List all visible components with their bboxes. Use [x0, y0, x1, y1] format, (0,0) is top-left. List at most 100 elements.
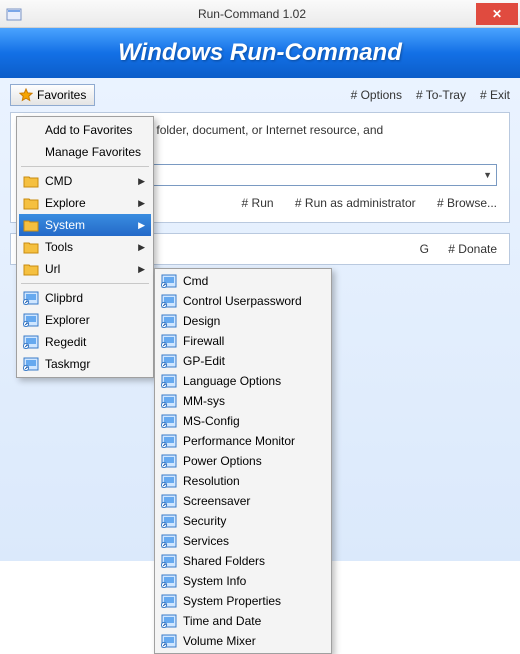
shortcut-icon	[161, 534, 177, 548]
submenu-label: Screensaver	[183, 494, 250, 508]
submenu-label: MM-sys	[183, 394, 225, 408]
menu-explore[interactable]: Explore ▶	[19, 192, 151, 214]
submenu-item[interactable]: Performance Monitor	[157, 431, 329, 451]
banner-title: Windows Run-Command	[118, 39, 402, 67]
submenu-item[interactable]: Firewall	[157, 331, 329, 351]
shortcut-icon	[161, 474, 177, 488]
chevron-right-icon: ▶	[138, 220, 145, 231]
submenu-item[interactable]: System Properties	[157, 591, 329, 611]
folder-icon	[23, 174, 39, 188]
shortcut-icon	[161, 614, 177, 628]
run-admin-link[interactable]: # Run as administrator	[295, 196, 416, 210]
folder-icon	[23, 218, 39, 232]
shortcut-icon	[161, 454, 177, 468]
menu-tools[interactable]: Tools▶	[19, 236, 151, 258]
shortcut-icon	[161, 574, 177, 588]
shortcut-icon	[161, 594, 177, 608]
menu-label: Tools	[45, 240, 73, 254]
folder-icon	[23, 262, 39, 276]
close-icon: ✕	[492, 7, 502, 21]
submenu-item[interactable]: Control Userpassword	[157, 291, 329, 311]
menu-label: Taskmgr	[45, 357, 90, 371]
menu-add-favorites[interactable]: Add to Favorites	[19, 119, 151, 141]
submenu-item[interactable]: Shared Folders	[157, 551, 329, 571]
run-link[interactable]: # Run	[242, 196, 274, 210]
options-link[interactable]: # Options	[351, 88, 402, 102]
chevron-right-icon: ▶	[138, 198, 145, 209]
submenu-item[interactable]: Language Options	[157, 371, 329, 391]
menu-url[interactable]: Url▶	[19, 258, 151, 280]
menu-label: Add to Favorites	[45, 123, 132, 137]
submenu-label: System Properties	[183, 594, 281, 608]
content-area: Favorites # Options # To-Tray # Exit ne …	[0, 78, 520, 561]
submenu-label: Power Options	[183, 454, 262, 468]
close-button[interactable]: ✕	[476, 3, 518, 25]
menu-separator	[21, 166, 149, 167]
titlebar: Run-Command 1.02 ✕	[0, 0, 520, 28]
submenu-label: Time and Date	[183, 614, 261, 628]
menu-manage-favorites[interactable]: Manage Favorites	[19, 141, 151, 163]
donate-link[interactable]: # Donate	[448, 242, 497, 256]
submenu-item[interactable]: Time and Date	[157, 611, 329, 631]
favorites-label: Favorites	[37, 88, 86, 102]
submenu-item[interactable]: Power Options	[157, 451, 329, 471]
window-title: Run-Command 1.02	[28, 7, 476, 21]
submenu-item[interactable]: GP-Edit	[157, 351, 329, 371]
lang-link-partial[interactable]: G	[420, 242, 429, 256]
submenu-item[interactable]: Volume Mixer	[157, 631, 329, 651]
menu-system[interactable]: System▶	[19, 214, 151, 236]
menu-separator	[21, 283, 149, 284]
shortcut-icon	[161, 554, 177, 568]
exit-link[interactable]: # Exit	[480, 88, 510, 102]
star-icon	[19, 88, 33, 102]
submenu-item[interactable]: System Info	[157, 571, 329, 591]
submenu-item[interactable]: MS-Config	[157, 411, 329, 431]
submenu-item[interactable]: Design	[157, 311, 329, 331]
toolbar: Favorites # Options # To-Tray # Exit	[10, 84, 510, 106]
menu-cmd[interactable]: CMD▶	[19, 170, 151, 192]
menu-taskmgr[interactable]: Taskmgr	[19, 353, 151, 375]
app-icon	[6, 6, 22, 22]
submenu-item[interactable]: Services	[157, 531, 329, 551]
shortcut-icon	[161, 274, 177, 288]
submenu-label: Control Userpassword	[183, 294, 302, 308]
shortcut-icon	[161, 334, 177, 348]
shortcut-icon	[23, 335, 39, 349]
menu-explorer[interactable]: Explorer	[19, 309, 151, 331]
submenu-label: Resolution	[183, 474, 240, 488]
menu-regedit[interactable]: Regedit	[19, 331, 151, 353]
submenu-item[interactable]: Screensaver	[157, 491, 329, 511]
shortcut-icon	[161, 294, 177, 308]
favorites-menu: Add to Favorites Manage Favorites CMD▶ E…	[16, 116, 154, 378]
shortcut-icon	[161, 354, 177, 368]
chevron-down-icon: ▼	[483, 170, 492, 180]
submenu-item[interactable]: MM-sys	[157, 391, 329, 411]
menu-label: Explore	[45, 196, 86, 210]
submenu-item[interactable]: Security	[157, 511, 329, 531]
banner: Windows Run-Command	[0, 28, 520, 78]
folder-icon	[23, 196, 39, 210]
to-tray-link[interactable]: # To-Tray	[416, 88, 466, 102]
shortcut-icon	[23, 357, 39, 371]
submenu-item[interactable]: Resolution	[157, 471, 329, 491]
submenu-label: Security	[183, 514, 226, 528]
browse-link[interactable]: # Browse...	[437, 196, 497, 210]
menu-label: Explorer	[45, 313, 90, 327]
menu-label: Manage Favorites	[45, 145, 141, 159]
shortcut-icon	[161, 634, 177, 648]
shortcut-icon	[161, 394, 177, 408]
shortcut-icon	[161, 414, 177, 428]
submenu-label: Shared Folders	[183, 554, 265, 568]
shortcut-icon	[23, 291, 39, 305]
submenu-label: System Info	[183, 574, 246, 588]
submenu-item[interactable]: Cmd	[157, 271, 329, 291]
menu-clipbrd[interactable]: Clipbrd	[19, 287, 151, 309]
shortcut-icon	[161, 514, 177, 528]
menu-label: CMD	[45, 174, 72, 188]
shortcut-icon	[161, 434, 177, 448]
submenu-label: Performance Monitor	[183, 434, 295, 448]
submenu-label: Firewall	[183, 334, 224, 348]
shortcut-icon	[161, 494, 177, 508]
favorites-button[interactable]: Favorites	[10, 84, 95, 106]
menu-label: Regedit	[45, 335, 86, 349]
